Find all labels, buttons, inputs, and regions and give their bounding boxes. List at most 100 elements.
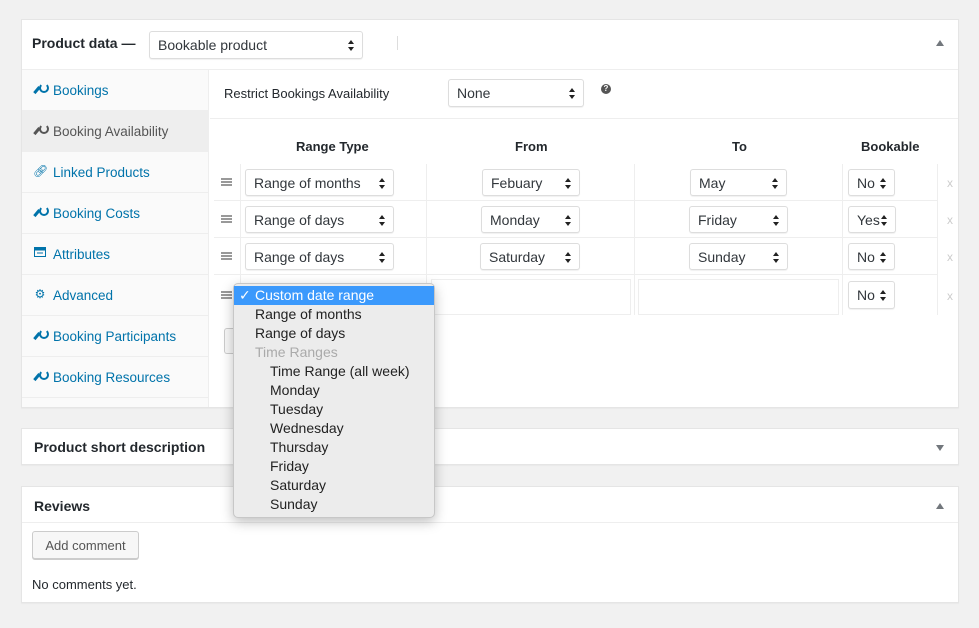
cell-divider: [842, 164, 843, 315]
to-value: Sunday: [698, 248, 746, 265]
help-icon[interactable]: ?: [601, 84, 611, 94]
checkmark-icon: ✓: [239, 287, 251, 303]
range-type-value: Range of days: [254, 248, 345, 265]
product-data-tabs: Bookings Booking Availability 🔗︎ Linked …: [22, 70, 209, 407]
range-type-dropdown: ✓ Custom date range Range of months Range…: [233, 283, 435, 518]
table-icon: [33, 246, 47, 260]
select-caret-icon: [881, 214, 888, 226]
range-type-select[interactable]: Range of months: [245, 169, 394, 196]
from-value: Saturday: [489, 248, 546, 265]
drag-handle-icon[interactable]: [221, 215, 232, 223]
select-caret-icon: [565, 251, 572, 263]
from-select[interactable]: Monday: [481, 206, 580, 233]
tab-booking-participants[interactable]: Booking Participants: [22, 316, 209, 357]
short-description-panel: Product short description: [21, 428, 959, 465]
restrict-bookings-value: None: [457, 85, 491, 101]
from-date-input[interactable]: [431, 279, 631, 315]
tab-booking-resources[interactable]: Booking Resources: [22, 357, 209, 398]
to-date-input[interactable]: [638, 279, 839, 315]
col-header-bookable: Bookable: [861, 139, 920, 154]
select-caret-icon: [569, 88, 576, 99]
select-caret-icon: [772, 177, 779, 189]
option-label: Custom date range: [255, 287, 375, 303]
restrict-bookings-label: Restrict Bookings Availability: [224, 86, 390, 101]
product-data-panel: Product data — Bookable product Bookings…: [21, 19, 959, 408]
delete-row-icon[interactable]: x: [947, 213, 953, 227]
dropdown-option-sunday[interactable]: Sunday: [234, 495, 434, 514]
tab-linked-products[interactable]: 🔗︎ Linked Products: [22, 152, 209, 193]
wrench-icon: [33, 328, 49, 342]
gear-icon: ⚙︎: [34, 287, 46, 301]
to-select[interactable]: May: [690, 169, 787, 196]
link-icon: 🔗︎: [33, 164, 49, 178]
dropdown-option-range-of-days[interactable]: Range of days: [234, 324, 434, 343]
tab-advanced[interactable]: ⚙︎ Advanced: [22, 275, 209, 316]
dropdown-option-wednesday[interactable]: Wednesday: [234, 419, 434, 438]
reviews-header: Reviews: [22, 487, 958, 523]
dropdown-option-time-range-all-week[interactable]: Time Range (all week): [234, 362, 434, 381]
to-select[interactable]: Sunday: [689, 243, 788, 270]
wrench-icon: [33, 82, 49, 96]
no-comments-text: No comments yet.: [32, 577, 137, 592]
bookable-value: No: [857, 248, 875, 265]
tab-booking-costs[interactable]: Booking Costs: [22, 193, 209, 234]
drag-handle-icon[interactable]: [221, 178, 232, 186]
delete-row-icon[interactable]: x: [947, 289, 953, 303]
to-value: May: [699, 174, 726, 191]
drag-handle-icon[interactable]: [221, 291, 232, 299]
from-select[interactable]: Febuary: [482, 169, 580, 196]
col-header-from: From: [515, 139, 548, 154]
dropdown-option-friday[interactable]: Friday: [234, 457, 434, 476]
product-type-select[interactable]: Bookable product: [149, 31, 363, 59]
collapse-arrow-icon[interactable]: [936, 40, 944, 46]
range-type-value: Range of days: [254, 211, 345, 228]
tab-label: Booking Participants: [53, 329, 177, 344]
wrench-icon: [33, 205, 49, 219]
tab-label: Booking Resources: [53, 370, 171, 385]
expand-arrow-icon[interactable]: [936, 445, 944, 451]
reviews-title: Reviews: [34, 498, 91, 514]
select-caret-icon: [880, 177, 887, 189]
delete-row-icon[interactable]: x: [947, 176, 953, 190]
dropdown-option-monday[interactable]: Monday: [234, 381, 434, 400]
from-value: Monday: [490, 211, 540, 228]
dropdown-group-time-ranges: Time Ranges: [255, 344, 338, 360]
dropdown-option-thursday[interactable]: Thursday: [234, 438, 434, 457]
add-comment-button[interactable]: Add comment: [32, 531, 139, 559]
to-select[interactable]: Friday: [689, 206, 788, 233]
bookable-select[interactable]: No: [848, 243, 895, 270]
select-caret-icon: [565, 214, 572, 226]
select-caret-icon: [880, 251, 887, 263]
dropdown-option-range-of-months[interactable]: Range of months: [234, 305, 434, 324]
tab-bookings[interactable]: Bookings: [22, 70, 209, 111]
bookable-value: Yes: [857, 211, 880, 228]
tab-label: Booking Availability: [53, 124, 169, 139]
range-type-select[interactable]: Range of days: [245, 206, 394, 233]
section-divider: [210, 118, 958, 119]
select-caret-icon: [379, 251, 386, 263]
delete-row-icon[interactable]: x: [947, 250, 953, 264]
restrict-bookings-select[interactable]: None: [448, 79, 584, 107]
bookable-select[interactable]: Yes: [848, 206, 896, 233]
dropdown-option-saturday[interactable]: Saturday: [234, 476, 434, 495]
tab-label: Advanced: [53, 288, 114, 303]
product-type-value: Bookable product: [158, 37, 267, 53]
tab-label: Bookings: [53, 83, 109, 98]
to-value: Friday: [698, 211, 737, 228]
select-caret-icon: [348, 40, 355, 51]
dropdown-option-tuesday[interactable]: Tuesday: [234, 400, 434, 419]
tab-booking-availability[interactable]: Booking Availability: [22, 111, 209, 152]
from-value: Febuary: [491, 174, 543, 191]
cell-divider: [937, 164, 938, 315]
reviews-panel: Reviews Add comment No comments yet.: [21, 486, 959, 603]
select-caret-icon: [379, 214, 386, 226]
collapse-arrow-icon[interactable]: [936, 503, 944, 509]
bookable-select[interactable]: No: [848, 281, 895, 309]
dropdown-option-custom-date-range[interactable]: ✓ Custom date range: [234, 286, 434, 305]
tab-attributes[interactable]: Attributes: [22, 234, 209, 275]
drag-handle-icon[interactable]: [221, 252, 232, 260]
bookable-select[interactable]: No: [848, 169, 895, 196]
wrench-icon: [33, 123, 49, 137]
range-type-select[interactable]: Range of days: [245, 243, 394, 270]
from-select[interactable]: Saturday: [480, 243, 580, 270]
